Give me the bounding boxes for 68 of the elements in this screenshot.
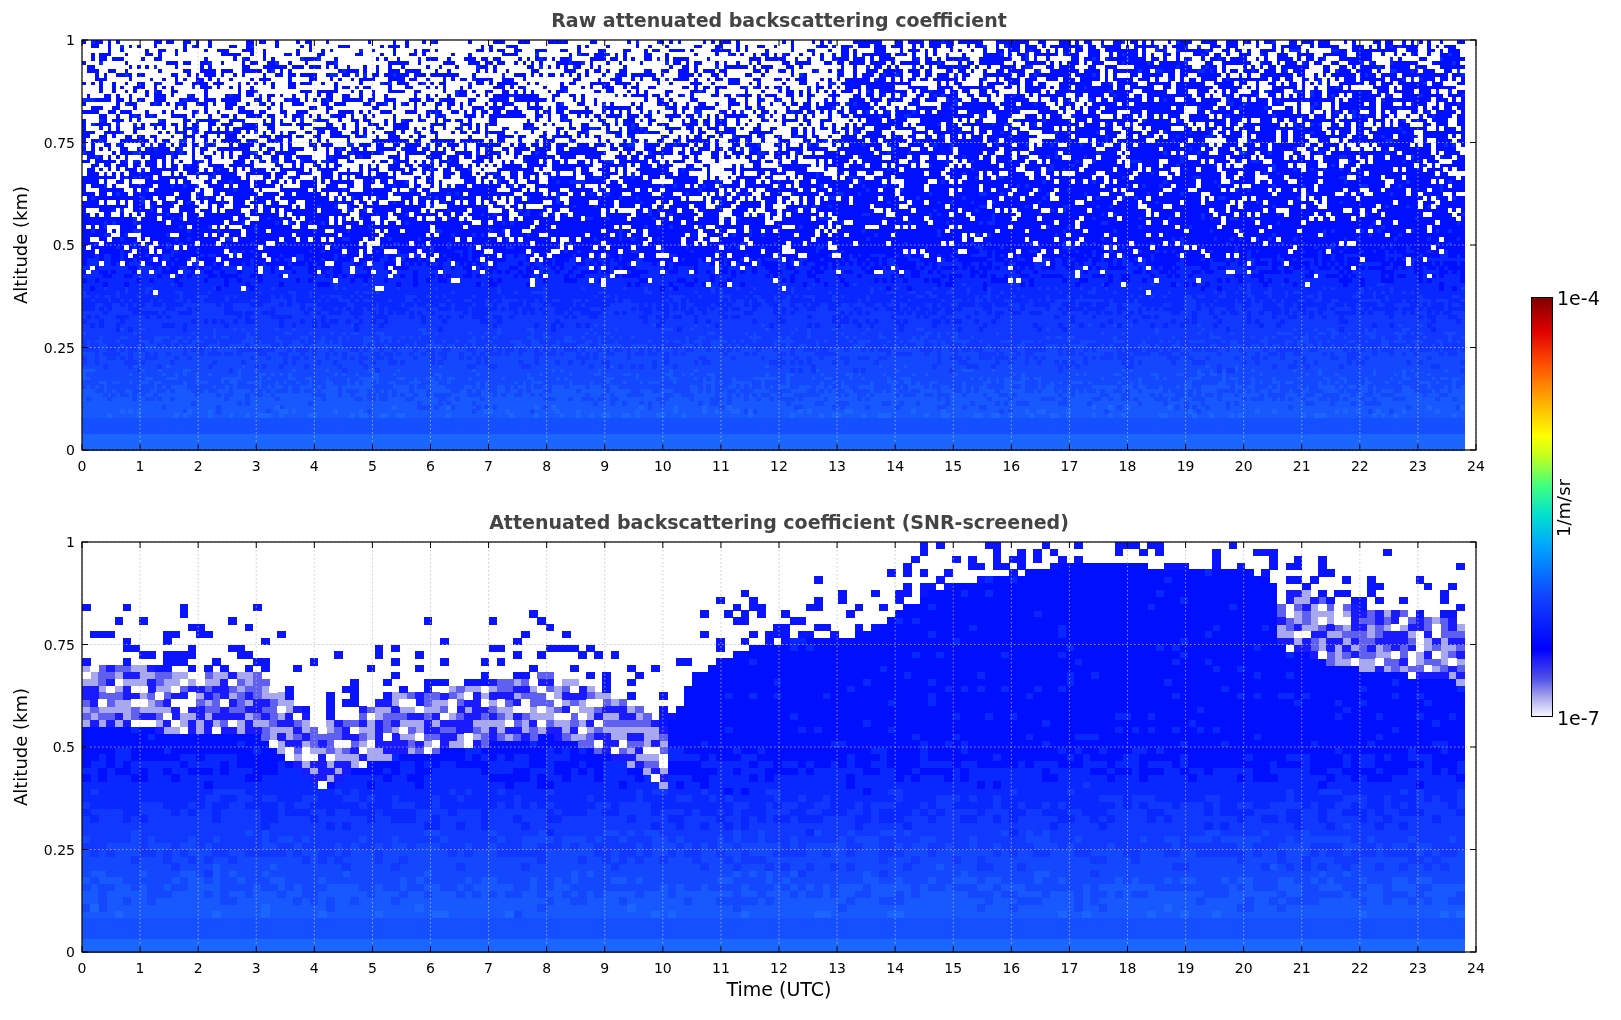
- x-tick-label: 22: [1350, 458, 1369, 474]
- x-tick-label: 18: [1118, 458, 1137, 474]
- x-tick-label: 17: [1060, 458, 1079, 474]
- x-tick-label: 21: [1292, 458, 1311, 474]
- x-tick-label: 9: [600, 960, 610, 976]
- x-tick-label: 3: [251, 458, 261, 474]
- x-axis-label: Time (UTC): [726, 978, 832, 1000]
- x-tick-label: 20: [1234, 960, 1253, 976]
- x-tick-label: 10: [653, 960, 672, 976]
- x-tick-label: 9: [600, 458, 610, 474]
- x-tick-label: 11: [712, 960, 730, 976]
- x-tick-label: 19: [1176, 458, 1195, 474]
- x-tick-label: 20: [1234, 458, 1253, 474]
- x-tick-label: 16: [1002, 458, 1021, 474]
- x-tick-label: 15: [944, 458, 963, 474]
- x-tick-label: 4: [309, 458, 319, 474]
- x-tick-label: 1: [135, 458, 145, 474]
- x-tick-label: 14: [886, 458, 905, 474]
- x-tick-label: 13: [828, 960, 846, 976]
- x-tick-label: 8: [542, 458, 552, 474]
- x-tick-label: 7: [484, 458, 494, 474]
- y-tick-label: 0.25: [43, 339, 75, 356]
- x-tick-label: 24: [1467, 960, 1485, 976]
- x-tick-label: 2: [193, 960, 203, 976]
- x-tick-label: 22: [1350, 960, 1369, 976]
- colorbar-min-label: 1e-7: [1557, 707, 1600, 729]
- x-tick-label: 3: [251, 960, 261, 976]
- chart-title: Attenuated backscattering coefficient (SNR-screened): [489, 510, 1069, 534]
- x-tick-label: 19: [1176, 960, 1195, 976]
- x-tick-label: 24: [1467, 458, 1485, 474]
- x-tick-label: 1: [135, 960, 145, 976]
- x-tick-label: 4: [309, 960, 319, 976]
- y-tick-label: 0.5: [52, 237, 75, 253]
- y-axis-label: Altitude (km): [10, 185, 31, 305]
- y-tick-label: 1: [66, 534, 75, 550]
- x-tick-label: 14: [886, 960, 905, 976]
- y-tick-label: 0.75: [43, 636, 75, 653]
- x-tick-label: 15: [944, 960, 963, 976]
- x-tick-label: 18: [1118, 960, 1137, 976]
- x-tick-label: 7: [484, 960, 494, 976]
- x-tick-label: 0: [77, 960, 87, 976]
- x-tick-label: 11: [712, 458, 730, 474]
- x-tick-label: 17: [1060, 960, 1079, 976]
- y-tick-label: 0: [66, 442, 75, 458]
- y-tick-label: 0.75: [43, 134, 75, 151]
- y-tick-label: 0: [66, 944, 75, 960]
- y-axis-label: Altitude (km): [10, 687, 31, 807]
- x-tick-label: 5: [367, 458, 377, 474]
- colorbar-max-label: 1e-4: [1557, 287, 1600, 309]
- y-tick-label: 1: [66, 32, 75, 48]
- colorbar-unit-label: 1/m/sr: [1552, 479, 1575, 537]
- x-tick-label: 10: [653, 458, 672, 474]
- x-tick-label: 6: [426, 458, 435, 474]
- x-tick-label: 23: [1409, 960, 1427, 976]
- x-tick-label: 8: [542, 960, 552, 976]
- x-tick-label: 23: [1409, 458, 1427, 474]
- chart-title: Raw attenuated backscattering coefficient: [551, 8, 1007, 32]
- x-tick-label: 6: [426, 960, 435, 976]
- x-tick-label: 0: [77, 458, 87, 474]
- x-tick-label: 13: [828, 458, 846, 474]
- x-tick-label: 12: [770, 458, 788, 474]
- x-tick-label: 5: [367, 960, 377, 976]
- y-tick-label: 0.25: [43, 841, 75, 858]
- x-tick-label: 12: [770, 960, 788, 976]
- x-tick-label: 21: [1292, 960, 1311, 976]
- x-tick-label: 2: [193, 458, 203, 474]
- x-tick-label: 16: [1002, 960, 1021, 976]
- y-tick-label: 0.5: [52, 739, 75, 755]
